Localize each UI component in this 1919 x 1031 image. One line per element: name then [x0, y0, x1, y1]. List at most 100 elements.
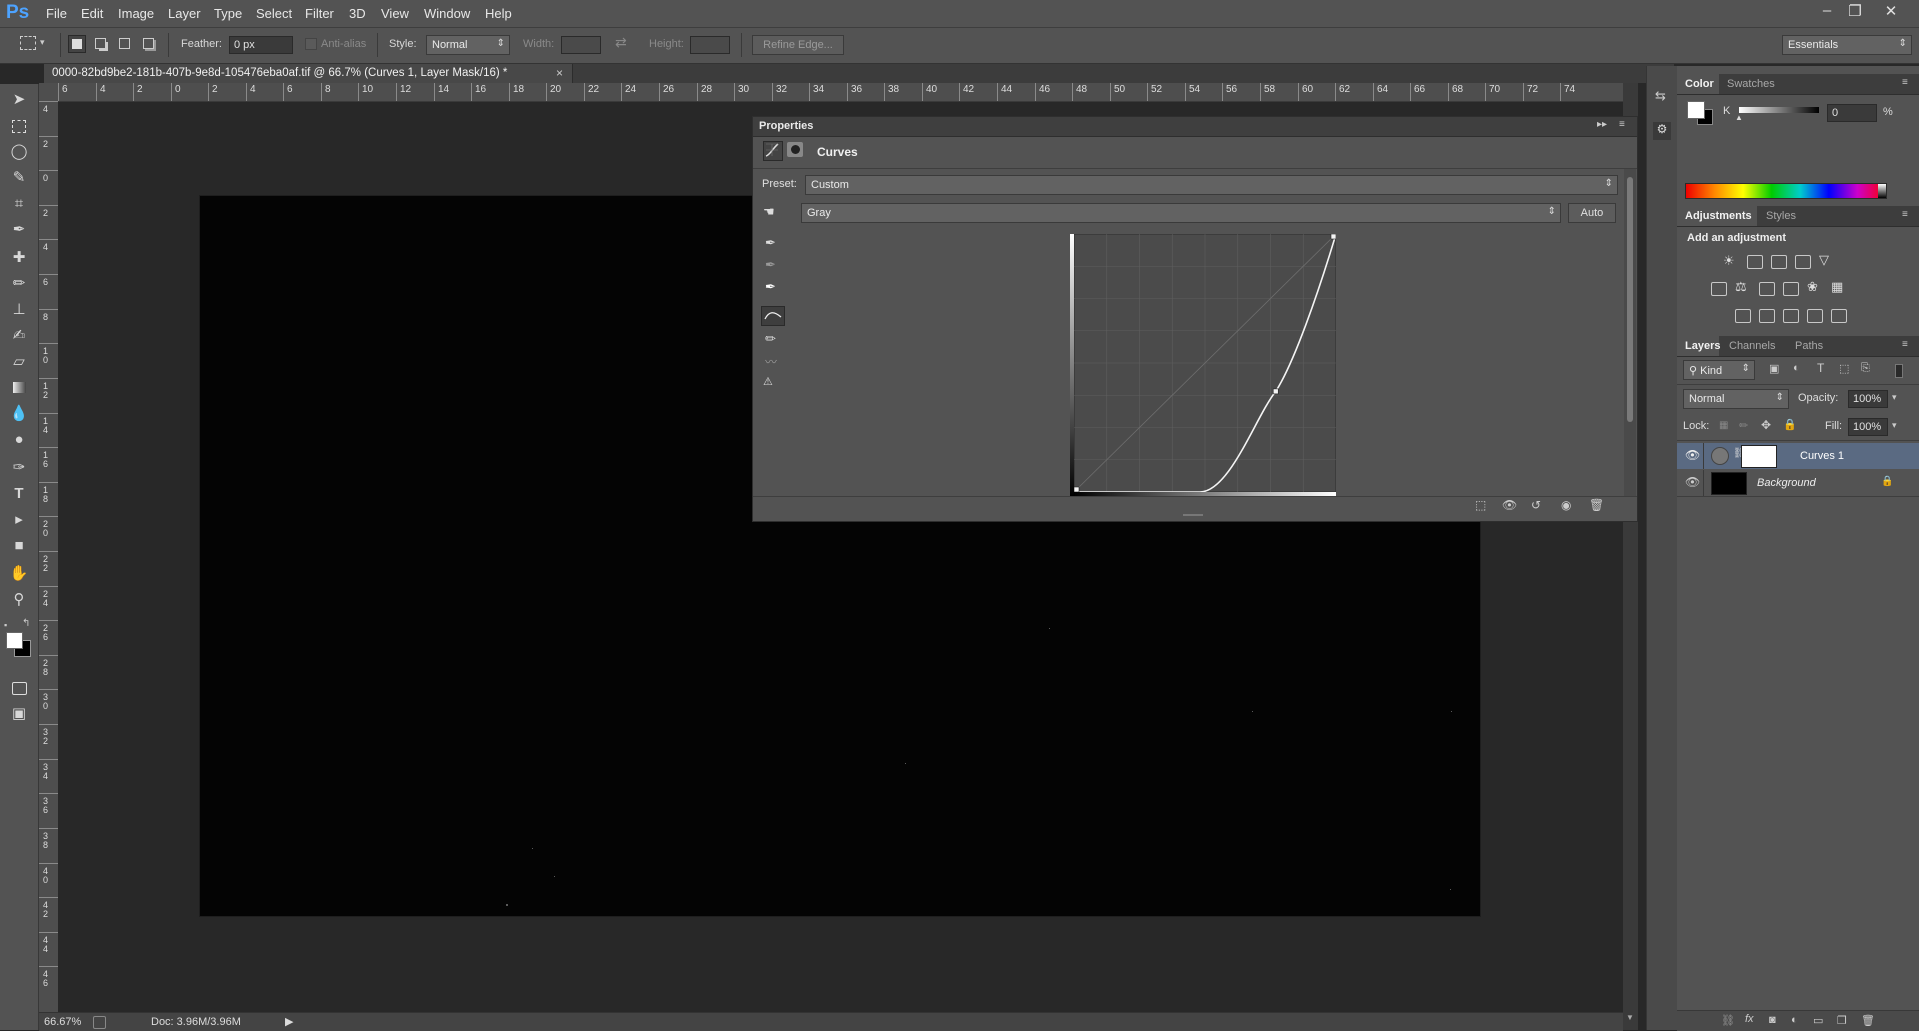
screen-mode-icon[interactable]: ▣	[9, 704, 29, 724]
status-info-icon[interactable]	[93, 1016, 106, 1029]
curves-graph[interactable]	[1074, 234, 1336, 492]
fill-input[interactable]: 100%	[1848, 418, 1888, 436]
zoom-level[interactable]: 66.67%	[44, 1016, 81, 1028]
levels-icon[interactable]	[1747, 255, 1763, 269]
eyedropper-tool-icon[interactable]: ✒	[9, 220, 29, 240]
k-slider-thumb[interactable]: ▲	[1735, 113, 1743, 122]
gradient-tool-icon[interactable]	[9, 378, 29, 398]
on-image-adjust-icon[interactable]: ☚	[763, 204, 775, 220]
curves-icon[interactable]	[1771, 255, 1787, 269]
chevron-down-icon[interactable]: ▾	[1892, 420, 1897, 431]
curve-control-point[interactable]	[1074, 486, 1080, 492]
threshold-icon[interactable]	[1783, 309, 1799, 323]
view-previous-state-icon[interactable]: 👁	[1502, 498, 1517, 512]
close-icon[interactable]: ✕	[1880, 2, 1902, 22]
tab-adjustments[interactable]: Adjustments	[1685, 210, 1752, 222]
layer-mask-icon[interactable]	[787, 142, 803, 157]
tab-color[interactable]: Color	[1685, 78, 1714, 90]
vibrance-icon[interactable]: ▽	[1819, 252, 1829, 268]
menu-select[interactable]: Select	[256, 6, 292, 21]
filter-type-icon[interactable]: T	[1817, 361, 1824, 375]
gray-point-eyedropper-icon[interactable]: ✒	[765, 257, 776, 273]
restore-icon[interactable]: ❐	[1844, 2, 1866, 22]
style-select[interactable]: Normal	[426, 35, 510, 55]
new-selection-icon[interactable]	[68, 35, 86, 53]
quick-mask-icon[interactable]	[9, 678, 29, 698]
clipping-warning-icon[interactable]: ⚠	[763, 375, 773, 388]
filter-adjustment-icon[interactable]: ◐	[1793, 362, 1800, 374]
channel-select[interactable]: Gray	[801, 203, 1561, 223]
ruler-origin[interactable]	[39, 83, 58, 101]
k-value-input[interactable]: 0	[1827, 104, 1877, 122]
menu-3d[interactable]: 3D	[349, 6, 366, 21]
eraser-tool-icon[interactable]: ▱	[9, 352, 29, 372]
crop-tool-icon[interactable]: ⌗	[9, 194, 29, 214]
rectangular-marquee-tool-icon[interactable]	[9, 116, 29, 136]
edit-points-curve-icon[interactable]	[761, 306, 785, 326]
new-layer-icon[interactable]: ❐	[1837, 1014, 1847, 1027]
channel-mixer-icon[interactable]: ❀	[1807, 279, 1818, 295]
gradient-map-icon[interactable]	[1831, 309, 1847, 323]
default-colors-icon[interactable]: ▪	[4, 620, 7, 630]
photo-filter-icon[interactable]	[1783, 282, 1799, 296]
menu-layer[interactable]: Layer	[168, 6, 201, 21]
filter-shape-icon[interactable]: ⬚	[1839, 362, 1849, 375]
new-group-icon[interactable]: ▭	[1813, 1014, 1823, 1027]
delete-layer-icon[interactable]: 🗑	[1861, 1014, 1875, 1027]
intersect-selection-icon[interactable]	[140, 35, 158, 53]
menu-type[interactable]: Type	[214, 6, 242, 21]
document-tab[interactable]: 0000-82bd9be2-181b-407b-9e8d-105476eba0a…	[44, 64, 573, 83]
width-input[interactable]	[561, 36, 601, 54]
blend-mode-select[interactable]: Normal	[1683, 389, 1789, 409]
k-slider[interactable]: ▲	[1735, 107, 1819, 122]
foreground-color-swatch[interactable]	[1687, 101, 1705, 119]
brightness-contrast-icon[interactable]: ☀	[1723, 253, 1735, 269]
curves-adjustment-icon[interactable]	[763, 141, 783, 161]
layer-row-background[interactable]: 👁 Background 🔒	[1677, 470, 1919, 496]
blur-tool-icon[interactable]: 💧	[9, 404, 29, 424]
foreground-color-swatch[interactable]	[6, 632, 23, 649]
auto-button[interactable]: Auto	[1568, 203, 1616, 223]
panel-menu-icon[interactable]: ≡	[1619, 119, 1625, 130]
hand-tool-icon[interactable]: ✋	[9, 564, 29, 584]
new-adjustment-layer-icon[interactable]: ◐	[1791, 1014, 1798, 1026]
move-tool-icon[interactable]: ➤	[9, 90, 29, 110]
rectangle-tool-icon[interactable]: ■	[9, 536, 29, 556]
marquee-tool-preset-icon[interactable]	[20, 36, 36, 50]
tab-layers[interactable]: Layers	[1685, 340, 1720, 352]
filter-smart-object-icon[interactable]: ⎘	[1861, 362, 1870, 375]
layer-name[interactable]: Background	[1757, 477, 1816, 489]
menu-window[interactable]: Window	[424, 6, 470, 21]
menu-help[interactable]: Help	[485, 6, 512, 21]
link-layers-icon[interactable]: ⛓	[1721, 1014, 1735, 1027]
curve-control-point[interactable]	[1330, 234, 1336, 240]
filter-toggle[interactable]	[1895, 364, 1903, 378]
properties-panel-icon[interactable]: ⚙	[1653, 122, 1671, 140]
spectrum-black-white[interactable]	[1878, 184, 1886, 198]
add-to-selection-icon[interactable]	[92, 35, 110, 53]
lock-image-icon[interactable]: ✏	[1739, 419, 1748, 432]
lock-all-icon[interactable]: 🔒	[1783, 418, 1797, 431]
ruler-horizontal[interactable]: 6 4 2 0 2 4 6 8 10 12 14 16 18 20 22 24 26 28 30 32 34 36 38 40…	[58, 83, 1623, 102]
curve-control-point[interactable]	[1272, 388, 1279, 395]
zoom-tool-icon[interactable]: ⚲	[9, 590, 29, 610]
properties-panel-header[interactable]: Properties ▸▸ ≡	[753, 117, 1637, 137]
eye-icon[interactable]: 👁	[1685, 475, 1700, 489]
clone-stamp-tool-icon[interactable]: ⊥	[9, 300, 29, 320]
layer-row-curves[interactable]: 👁 ⛓ Curves 1	[1677, 443, 1919, 469]
smooth-curve-icon[interactable]: 〰	[765, 353, 777, 370]
hue-saturation-icon[interactable]	[1711, 282, 1727, 296]
menu-filter[interactable]: Filter	[305, 6, 334, 21]
menu-image[interactable]: Image	[118, 6, 154, 21]
properties-scroll-thumb[interactable]	[1627, 177, 1633, 422]
subtract-from-selection-icon[interactable]	[116, 35, 134, 53]
history-brush-tool-icon[interactable]: ✍	[9, 326, 29, 346]
tab-paths[interactable]: Paths	[1795, 340, 1823, 352]
type-tool-icon[interactable]: T	[9, 484, 29, 504]
opacity-input[interactable]: 100%	[1848, 390, 1888, 408]
healing-brush-tool-icon[interactable]: ✚	[9, 248, 29, 268]
tab-channels[interactable]: Channels	[1729, 340, 1775, 352]
delete-icon[interactable]: 🗑	[1589, 498, 1604, 512]
dodge-tool-icon[interactable]: ●	[9, 430, 29, 450]
lock-position-icon[interactable]: ✥	[1761, 418, 1771, 432]
